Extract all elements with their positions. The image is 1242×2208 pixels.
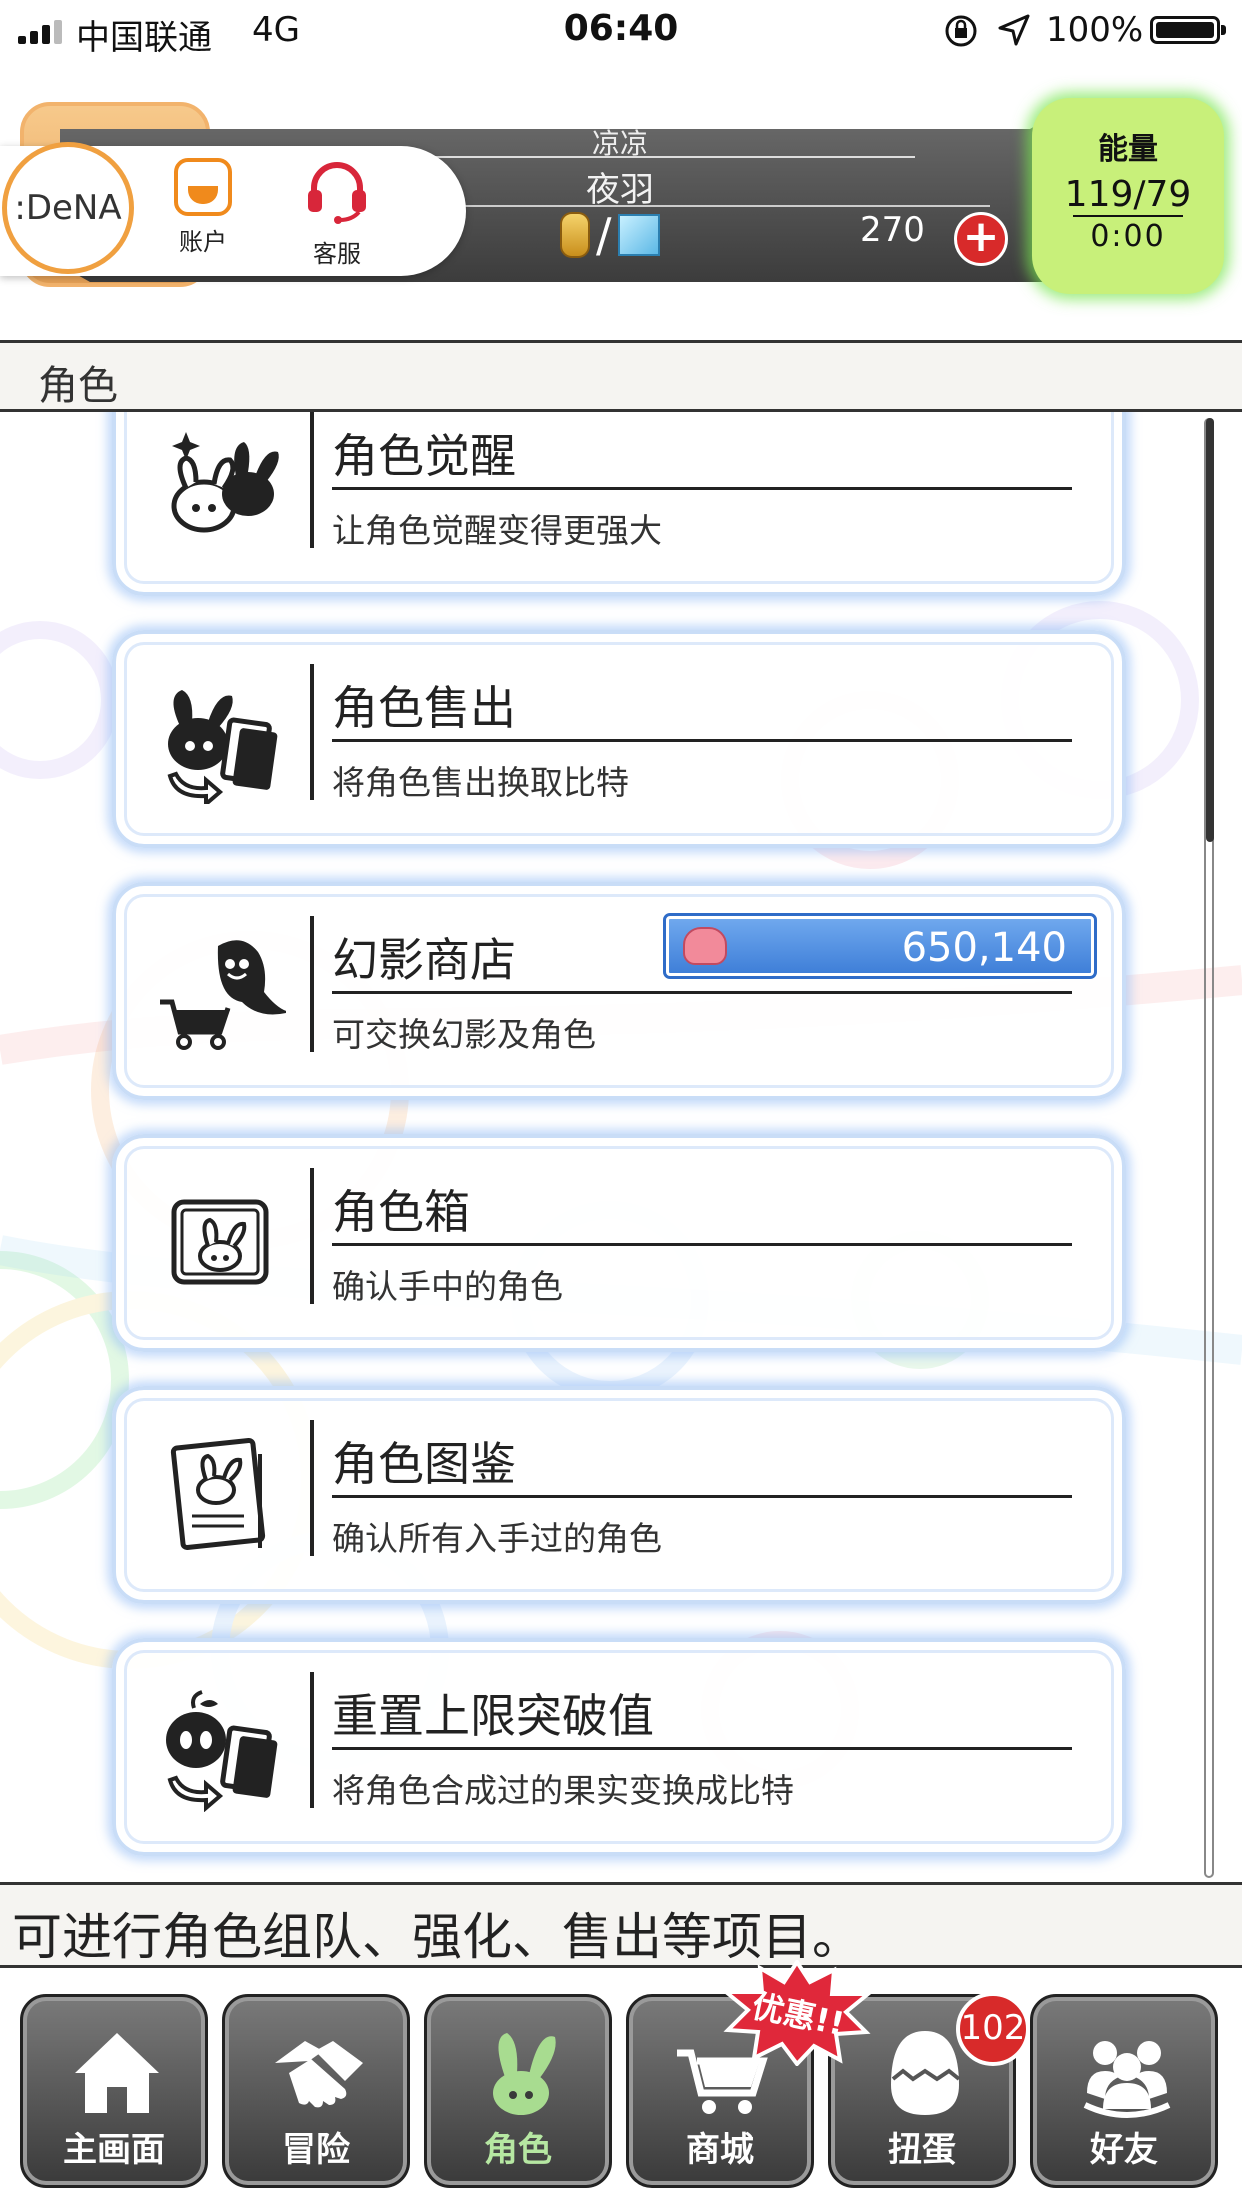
- account-label: 账户: [179, 228, 227, 256]
- divider: [332, 739, 1072, 742]
- handshake-icon: [275, 2041, 363, 2108]
- menu-item-desc: 让角色觉醒变得更强大: [332, 511, 662, 550]
- gacha-badge: 102: [956, 1992, 1030, 2066]
- tab-home[interactable]: 主画面: [20, 1994, 208, 2188]
- divider: [332, 991, 1072, 994]
- menu-item-desc: 确认所有入手过的角色: [332, 1519, 662, 1558]
- divider: [332, 1495, 1072, 1498]
- energy-panel[interactable]: 能量 119/79 0:00: [1032, 98, 1224, 294]
- menu-item-title: 角色图鉴: [332, 1437, 516, 1491]
- menu-item-title: 角色售出: [332, 681, 516, 735]
- menu-item-sell[interactable]: 角色售出 将角色售出换取比特: [112, 630, 1126, 848]
- friends-icon: [1083, 2041, 1171, 2118]
- info-bar: 可进行角色组队、强化、售出等项目。: [0, 1882, 1242, 1968]
- divider: [332, 1747, 1072, 1750]
- battery-icon: [1150, 16, 1226, 44]
- info-text: 可进行角色组队、强化、售出等项目。: [12, 1908, 862, 1966]
- add-currency-button[interactable]: +: [954, 212, 1008, 266]
- tab-character[interactable]: 角色: [424, 1994, 612, 2188]
- menu-item-character-box[interactable]: 角色箱 确认手中的角色: [112, 1134, 1126, 1352]
- location-icon: [998, 14, 1030, 46]
- phantom-icon: [683, 927, 727, 965]
- currency-display: /: [560, 208, 660, 262]
- promo-burst: 优惠!!: [720, 1958, 874, 2068]
- bottom-nav: 主画面 冒险 角色 商城 扭蛋 好友: [0, 1968, 1242, 2208]
- player-header: 凉凉 夜羽 / 270 + :DeNA 账户 客服 能量 119/79 0:00: [0, 62, 1242, 342]
- rotation-lock-icon: [945, 15, 977, 47]
- menu-item-reset-limit[interactable]: 重置上限突破值 将角色合成过的果实变换成比特: [112, 1638, 1126, 1856]
- menu-item-desc: 可交换幻影及角色: [332, 1015, 596, 1054]
- menu-item-character-book[interactable]: 角色图鉴 确认所有入手过的角色: [112, 1386, 1126, 1604]
- menu-item-awaken[interactable]: 角色觉醒 让角色觉醒变得更强大: [112, 412, 1126, 596]
- divider: [310, 916, 314, 1052]
- phantom-count: 650,140: [901, 925, 1067, 971]
- divider: [310, 1672, 314, 1808]
- headset-icon: [308, 162, 366, 224]
- rabbit-icon: [493, 2033, 556, 2115]
- section-header: 角色: [0, 340, 1242, 412]
- coin-icon: [560, 212, 590, 258]
- account-icon: [174, 158, 232, 216]
- menu-item-desc: 将角色合成过的果实变换成比特: [332, 1771, 794, 1810]
- tab-label: 商城: [686, 2130, 754, 2170]
- currency-count: 270: [860, 210, 925, 250]
- support-button[interactable]: 客服: [296, 158, 378, 269]
- battery-percent: 100%: [1046, 10, 1144, 50]
- menu-item-desc: 确认手中的角色: [332, 1267, 563, 1306]
- menu-item-title: 重置上限突破值: [332, 1689, 654, 1743]
- energy-value: 119/79: [1064, 174, 1192, 215]
- divider: [400, 205, 990, 207]
- rabbit-awaken-icon: [171, 432, 279, 533]
- menu-item-title: 角色箱: [332, 1185, 470, 1239]
- divider: [310, 412, 314, 548]
- divider: [310, 1168, 314, 1304]
- energy-timer: 0:00: [1090, 219, 1166, 254]
- divider: [400, 156, 915, 158]
- player-name: 夜羽: [586, 170, 654, 210]
- divider: [310, 664, 314, 800]
- tab-friends[interactable]: 好友: [1030, 1994, 1218, 2188]
- tab-label: 好友: [1090, 2130, 1158, 2170]
- rabbit-sell-icon: [167, 690, 278, 804]
- character-menu-list: 角色觉醒 让角色觉醒变得更强大 角色售出 将角色售出换取比特 幻影商店 650,…: [0, 412, 1242, 1882]
- character-book-icon: [170, 1437, 266, 1551]
- tab-adventure[interactable]: 冒险: [222, 1994, 410, 2188]
- home-icon: [75, 2033, 159, 2113]
- support-label: 客服: [313, 240, 361, 268]
- section-title: 角色: [38, 363, 118, 409]
- gem-icon: [617, 214, 660, 256]
- status-bar: 中国联通 4G 06:40 100%: [0, 0, 1242, 62]
- menu-item-desc: 将角色售出换取比特: [332, 763, 629, 802]
- fruit-exchange-icon: [166, 1690, 278, 1812]
- dena-logo-button[interactable]: :DeNA: [2, 142, 134, 274]
- phantom-currency: 650,140: [663, 913, 1097, 979]
- separator: /: [596, 208, 612, 262]
- tab-label: 角色: [484, 2130, 552, 2170]
- ghost-cart-icon: [160, 940, 286, 1050]
- tab-label: 主画面: [63, 2130, 165, 2170]
- divider: [332, 1243, 1072, 1246]
- menu-item-title: 角色觉醒: [332, 429, 516, 483]
- account-button[interactable]: 账户: [166, 158, 240, 257]
- divider: [310, 1420, 314, 1556]
- tab-label: 扭蛋: [888, 2130, 956, 2170]
- menu-item-phantom-shop[interactable]: 幻影商店 650,140 可交换幻影及角色: [112, 882, 1126, 1100]
- energy-title: 能量: [1098, 132, 1158, 167]
- divider: [1073, 215, 1183, 217]
- menu-item-title: 幻影商店: [332, 933, 516, 987]
- tab-label: 冒险: [282, 2130, 350, 2170]
- character-box-icon: [171, 1199, 269, 1285]
- scrollbar-thumb[interactable]: [1206, 418, 1214, 842]
- divider: [332, 487, 1072, 490]
